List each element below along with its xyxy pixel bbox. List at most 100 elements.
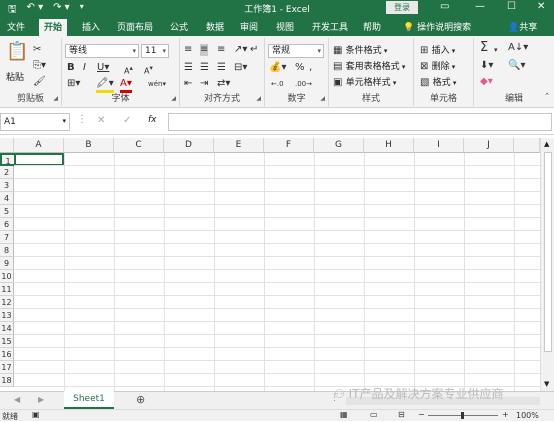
borders-icon[interactable]: ⊞▾ — [67, 78, 80, 90]
row-header[interactable]: 15 — [0, 335, 14, 348]
wrap-text-icon[interactable]: ↵ — [250, 44, 258, 56]
align-top-icon[interactable]: ≡ — [184, 44, 192, 56]
align-bottom-icon[interactable]: ≡ — [217, 44, 225, 56]
cancel-icon[interactable]: ✕ — [97, 115, 105, 126]
tab-review[interactable]: 审阅 — [240, 20, 258, 33]
tab-formulas[interactable]: 公式 — [170, 20, 188, 33]
column-header[interactable]: G — [314, 138, 364, 153]
decrease-decimal-icon[interactable]: .00→ — [295, 78, 312, 90]
tab-page-layout[interactable]: 页面布局 — [117, 20, 153, 33]
row-header[interactable]: 18 — [0, 374, 14, 387]
collapse-ribbon-icon[interactable]: ⌃ — [544, 90, 550, 102]
enter-icon[interactable]: ✓ — [123, 115, 131, 126]
cell-styles-button[interactable]: ▣ 单元格样式 ▾ — [333, 75, 396, 89]
zoom-slider-thumb[interactable] — [461, 412, 464, 419]
chevron-down-icon[interactable]: ▾ — [494, 44, 498, 56]
column-header[interactable]: D — [164, 138, 214, 153]
row-header[interactable]: 12 — [0, 296, 14, 309]
format-cells-button[interactable]: ▧ 格式 ▾ — [420, 75, 456, 89]
row-header[interactable]: 3 — [0, 179, 14, 192]
tab-data[interactable]: 数据 — [206, 20, 224, 33]
cut-icon[interactable]: ✂ — [33, 44, 41, 56]
paste-icon[interactable]: 📋 — [6, 42, 28, 62]
row-header[interactable]: 4 — [0, 192, 14, 205]
zoom-out-icon[interactable]: − — [418, 410, 425, 419]
decrease-font-icon[interactable]: A▾ — [144, 62, 153, 78]
font-size-select[interactable]: 11 ▾ — [141, 44, 169, 58]
row-header[interactable]: 14 — [0, 322, 14, 335]
column-header[interactable]: H — [364, 138, 414, 153]
normal-view-icon[interactable]: ▦ — [340, 410, 348, 419]
tab-help[interactable]: 帮助 — [363, 20, 381, 33]
orientation-icon[interactable]: ↗▾ — [234, 44, 247, 56]
column-header[interactable]: C — [114, 138, 164, 153]
row-header[interactable]: 10 — [0, 270, 14, 283]
row-header[interactable]: 8 — [0, 244, 14, 257]
copy-icon[interactable]: ⎘▾ — [33, 60, 46, 72]
row-header[interactable]: 5 — [0, 205, 14, 218]
bold-icon[interactable]: B — [67, 62, 75, 74]
name-box[interactable]: A1 ▾ — [0, 113, 70, 131]
increase-font-icon[interactable]: A▴ — [124, 62, 133, 78]
row-header[interactable]: 6 — [0, 218, 14, 231]
find-select-icon[interactable]: 🔍▾ — [508, 60, 525, 72]
insert-function-icon[interactable]: fx — [148, 115, 157, 125]
column-header[interactable]: F — [264, 138, 314, 153]
spreadsheet-grid[interactable]: A B C D E F G H I J 1 2 3 4 5 6 7 8 9 10… — [0, 138, 540, 391]
scroll-thumb[interactable] — [544, 152, 552, 352]
insert-cells-button[interactable]: ⊞ 插入 ▾ — [420, 43, 455, 57]
clear-icon[interactable]: ◆▾ — [480, 76, 493, 88]
comma-style-icon[interactable]: , — [309, 62, 312, 74]
italic-icon[interactable]: I — [83, 62, 86, 74]
delete-cells-button[interactable]: ⊠ 删除 ▾ — [420, 59, 455, 73]
align-center-icon[interactable]: ☰ — [200, 62, 209, 74]
align-middle-icon[interactable]: ≡ — [200, 44, 209, 56]
column-header[interactable]: E — [214, 138, 264, 153]
format-painter-icon[interactable]: 🖌 — [33, 76, 46, 88]
sort-filter-icon[interactable]: A↓▾ — [508, 42, 528, 54]
page-break-view-icon[interactable]: ⊟ — [398, 410, 405, 419]
tell-me-search[interactable]: 💡 操作说明搜索 — [403, 20, 471, 33]
font-launcher-icon[interactable]: ◢ — [171, 95, 176, 102]
decrease-indent-icon[interactable]: ⇤ — [184, 78, 192, 90]
row-header[interactable]: 11 — [0, 283, 14, 296]
scroll-up-icon[interactable]: ▲ — [544, 140, 549, 148]
next-sheet-icon[interactable]: ▶ — [38, 395, 44, 404]
percent-style-icon[interactable]: % — [295, 62, 305, 74]
number-format-select[interactable]: 常规 ▾ — [268, 44, 324, 58]
increase-indent-icon[interactable]: ⇥ — [200, 78, 208, 90]
phonetic-icon[interactable]: wén▾ — [148, 78, 166, 90]
font-family-select[interactable]: 等线 ▾ — [65, 44, 139, 58]
column-header-partial[interactable] — [514, 138, 540, 153]
row-header[interactable]: 16 — [0, 348, 14, 361]
column-header[interactable]: A — [14, 138, 64, 153]
share-button[interactable]: 👤共享 — [508, 20, 537, 33]
conditional-formatting-button[interactable]: ▦ 条件格式 ▾ — [333, 43, 387, 57]
alignment-launcher-icon[interactable]: ◢ — [256, 95, 261, 102]
merge-center-icon[interactable]: ⊟▾ — [234, 62, 247, 74]
column-header[interactable]: J — [464, 138, 514, 153]
sheet-tab-sheet1[interactable]: Sheet1 — [64, 391, 114, 409]
page-layout-view-icon[interactable]: ▭ — [370, 410, 378, 419]
scroll-down-icon[interactable]: ▼ — [544, 380, 549, 388]
maximize-icon[interactable]: ☐ — [507, 1, 516, 12]
row-header[interactable]: 13 — [0, 309, 14, 322]
tab-insert[interactable]: 插入 — [82, 20, 100, 33]
add-sheet-icon[interactable]: ⊕ — [136, 393, 145, 406]
tab-developer[interactable]: 开发工具 — [312, 20, 348, 33]
tab-view[interactable]: 视图 — [276, 20, 294, 33]
zoom-level[interactable]: 100% — [516, 411, 539, 420]
format-as-table-button[interactable]: ▤ 套用表格格式 ▾ — [333, 59, 405, 73]
tab-file[interactable]: 文件 — [7, 20, 25, 33]
clipboard-launcher-icon[interactable]: ◢ — [53, 95, 58, 102]
select-all-corner[interactable] — [0, 138, 14, 153]
row-header[interactable]: 1 — [0, 153, 14, 166]
align-right-icon[interactable]: ☰ — [217, 62, 226, 74]
row-header[interactable]: 9 — [0, 257, 14, 270]
macro-record-icon[interactable]: ▣ — [32, 410, 40, 419]
ribbon-display-icon[interactable]: ▭ — [440, 1, 449, 12]
close-icon[interactable]: ✕ — [537, 1, 545, 12]
paste-button-label[interactable]: 粘贴 — [6, 70, 24, 83]
minimize-icon[interactable]: — — [475, 1, 485, 12]
align-left-icon[interactable]: ☰ — [184, 62, 193, 74]
